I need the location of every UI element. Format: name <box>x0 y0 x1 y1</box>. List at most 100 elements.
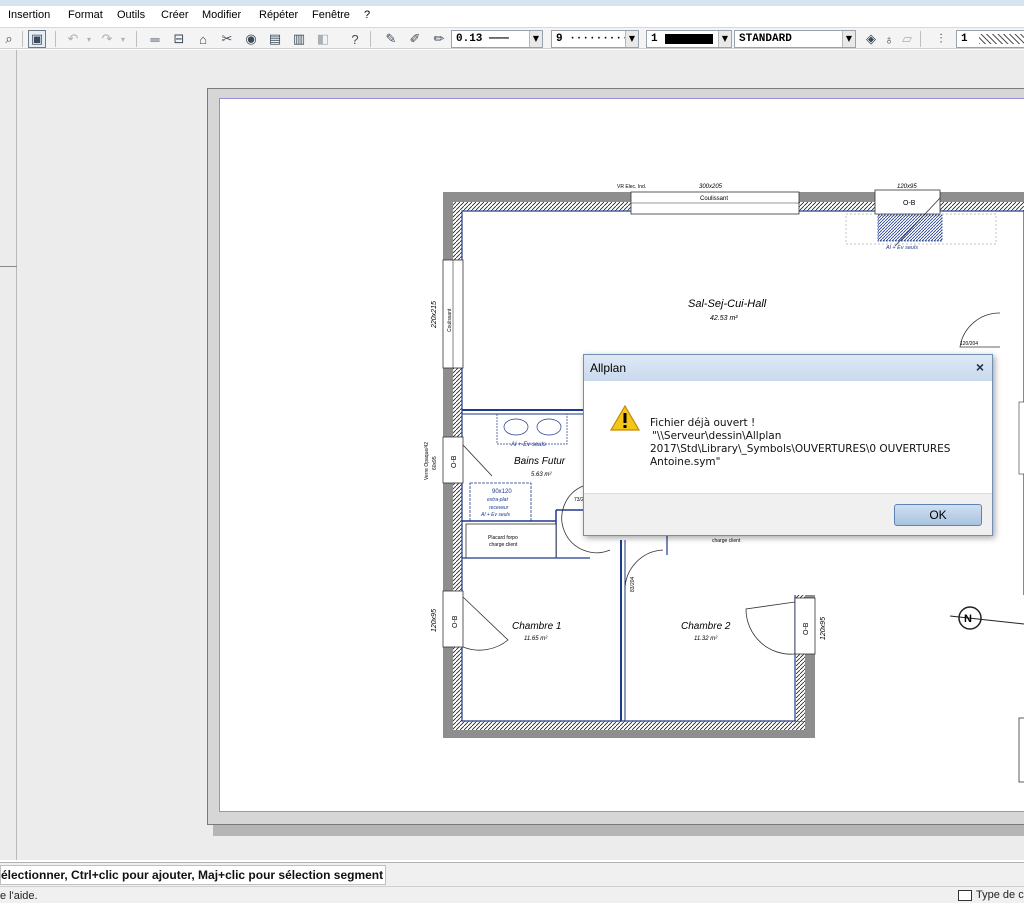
chevron-down-icon: ▼ <box>842 31 855 47</box>
dialog-title-bar[interactable]: Allplan × <box>584 355 992 381</box>
line-type-select[interactable]: 9 ·········· ▼ <box>551 30 639 48</box>
viewport-icon[interactable]: ▣ <box>28 30 46 48</box>
room-bath-area: 5.63 m² <box>531 472 552 478</box>
ok-button[interactable]: OK <box>894 504 982 526</box>
window-right-lower-label: O-B <box>803 622 810 635</box>
dialog-message: Fichier déjà ouvert ! "\\Serveur\dessin\… <box>650 417 980 469</box>
elevation-icon[interactable]: ⌂ <box>194 30 212 48</box>
door-label-right: 120/204 <box>960 341 978 347</box>
room-main-name: Sal-Sej-Cui-Hall <box>688 298 767 310</box>
status-bar: électionner, Ctrl+clic pour ajouter, Maj… <box>0 862 1024 886</box>
layer-select[interactable]: STANDARD ▼ <box>734 30 856 48</box>
window-left-lower-dim: 120x95 <box>431 609 438 632</box>
menu-fenetre[interactable]: Fenêtre <box>312 9 350 21</box>
menu-outils[interactable]: Outils <box>117 9 145 21</box>
redo-dropdown-icon[interactable]: ▾ <box>114 30 132 48</box>
placard-label-2: charge client <box>489 542 518 548</box>
dialog-body: Fichier déjà ouvert ! "\\Serveur\dessin\… <box>584 381 992 493</box>
layer-lock-icon[interactable]: ♁ <box>880 30 898 48</box>
menu-repeter[interactable]: Répéter <box>259 9 298 21</box>
room-ch1-area: 11.65 m² <box>524 636 548 642</box>
pattern-number-value: 1 <box>961 33 968 45</box>
format-paint-icon[interactable]: ✐ <box>406 30 424 48</box>
pen-thickness-select[interactable]: 0.13 ——— ▼ <box>451 30 543 48</box>
window-left-label: Coulissant <box>447 308 453 332</box>
pattern-icon[interactable]: ⫶ <box>932 30 950 48</box>
scissors-icon[interactable]: ✂ <box>218 30 236 48</box>
door-label-bed2: 83/204 <box>630 576 636 592</box>
window-title-strip <box>0 0 1024 6</box>
window-right-lower-dim: 120x95 <box>820 617 827 640</box>
right-partial-door <box>1018 401 1024 475</box>
help-text: e l'aide. <box>0 890 38 902</box>
chevron-down-icon: ▼ <box>718 31 731 47</box>
pencil-icon[interactable]: ✏ <box>430 30 448 48</box>
menu-modifier[interactable]: Modifier <box>202 9 241 21</box>
view-icon[interactable]: ◉ <box>242 30 260 48</box>
layout-icon[interactable]: ▤ <box>266 30 284 48</box>
room-ch1-name: Chambre 1 <box>512 621 561 632</box>
toolbar-separator <box>920 31 921 47</box>
type-indicator[interactable]: Type de c <box>958 889 1024 901</box>
window-top-sliding: 300x205 Coulissant VR Elec. Ind. <box>617 184 800 215</box>
dialog-footer: OK <box>584 493 992 535</box>
right-partial-element <box>1018 717 1024 783</box>
measure-icon[interactable]: ⊟ <box>170 30 188 48</box>
toolbar-separator <box>22 31 23 47</box>
type-label: Type de c <box>976 889 1024 901</box>
charge-client-label: charge client <box>712 538 741 544</box>
undo-dropdown-icon[interactable]: ▾ <box>80 30 98 48</box>
color-select[interactable]: 1 ▼ <box>646 30 732 48</box>
placard-label: Placard forpo <box>488 535 518 541</box>
pattern-swatch <box>979 34 1024 44</box>
zoom-window-icon[interactable]: ⌕ <box>0 30 18 48</box>
pen-pick-icon[interactable]: ✎ <box>382 30 400 48</box>
window-left-dim: 220x215 <box>431 301 438 329</box>
menu-help[interactable]: ? <box>364 9 370 21</box>
placard: Placard forpo charge client <box>465 523 557 559</box>
color-number-value: 1 <box>651 33 658 45</box>
type-icon <box>958 889 972 901</box>
al-ev-tr-note: Al + Ev seuls <box>885 245 918 251</box>
shower-receiver: receveur <box>489 505 509 511</box>
3d-box-icon[interactable]: ◧ <box>314 30 332 48</box>
room-bath-name: Bains Futur <box>514 456 566 467</box>
chevron-down-icon: ▼ <box>529 31 542 47</box>
help-bar: e l'aide. Type de c <box>0 886 1024 903</box>
al-ev-note: Al + Ev seuls <box>510 442 546 448</box>
menu-insertion[interactable]: Insertion <box>8 9 50 21</box>
layer-value: STANDARD <box>739 33 792 45</box>
shower-note: Al + Ev seuls <box>480 512 511 518</box>
menu-creer[interactable]: Créer <box>161 9 189 21</box>
window-top-dim: 300x205 <box>699 184 723 190</box>
chevron-down-icon: ▼ <box>625 31 638 47</box>
window-tr-label: O-B <box>903 200 916 207</box>
window-left-sliding: 220x215 Coulissant <box>431 259 464 369</box>
toolbar-separator <box>370 31 371 47</box>
dialog-message-line-4: Antoine.sym" <box>650 456 721 468</box>
layer-visibility-icon[interactable]: ◈ <box>862 30 880 48</box>
help-query-icon[interactable]: ? <box>346 30 364 48</box>
pen-thickness-value: 0.13 ——— <box>456 33 509 45</box>
layer-print-icon[interactable]: ▱ <box>898 30 916 48</box>
toolbar: ⌕ ▣ ↶ ▾ ↷ ▾ ═ ⊟ ⌂ ✂ ◉ ▤ ▥ ◧ ? ✎ ✐ ✏ 0.13… <box>0 27 1024 49</box>
dialog-message-line-2: "\\Serveur\dessin\Allplan <box>652 430 782 442</box>
dimension-line-icon[interactable]: ═ <box>146 30 164 48</box>
line-type-value: 9 ·········· <box>556 33 636 45</box>
pattern-select[interactable]: 1 <box>956 30 1024 48</box>
shower-type: extra-plat <box>487 497 508 503</box>
close-icon[interactable]: × <box>976 359 984 375</box>
room-main-area: 42.53 m² <box>710 315 738 322</box>
dialog-title: Allplan <box>590 361 627 375</box>
room-ch2-name: Chambre 2 <box>681 621 731 632</box>
room-ch2-area: 11.32 m² <box>694 636 718 642</box>
shower-dim: 90x120 <box>492 489 512 495</box>
north-arrow-letter: N <box>964 613 972 625</box>
window-top-label: Coulissant <box>700 196 728 202</box>
menu-bar: Insertion Format Outils Créer Modifier R… <box>0 0 1024 27</box>
print-preview-icon[interactable]: ▥ <box>290 30 308 48</box>
dialog-message-line-3: 2017\Std\Library\_Symbols\OUVERTURES\0 O… <box>650 443 951 455</box>
warning-icon <box>610 405 640 431</box>
dialog-message-line-1: Fichier déjà ouvert ! <box>650 417 756 429</box>
menu-format[interactable]: Format <box>68 9 103 21</box>
